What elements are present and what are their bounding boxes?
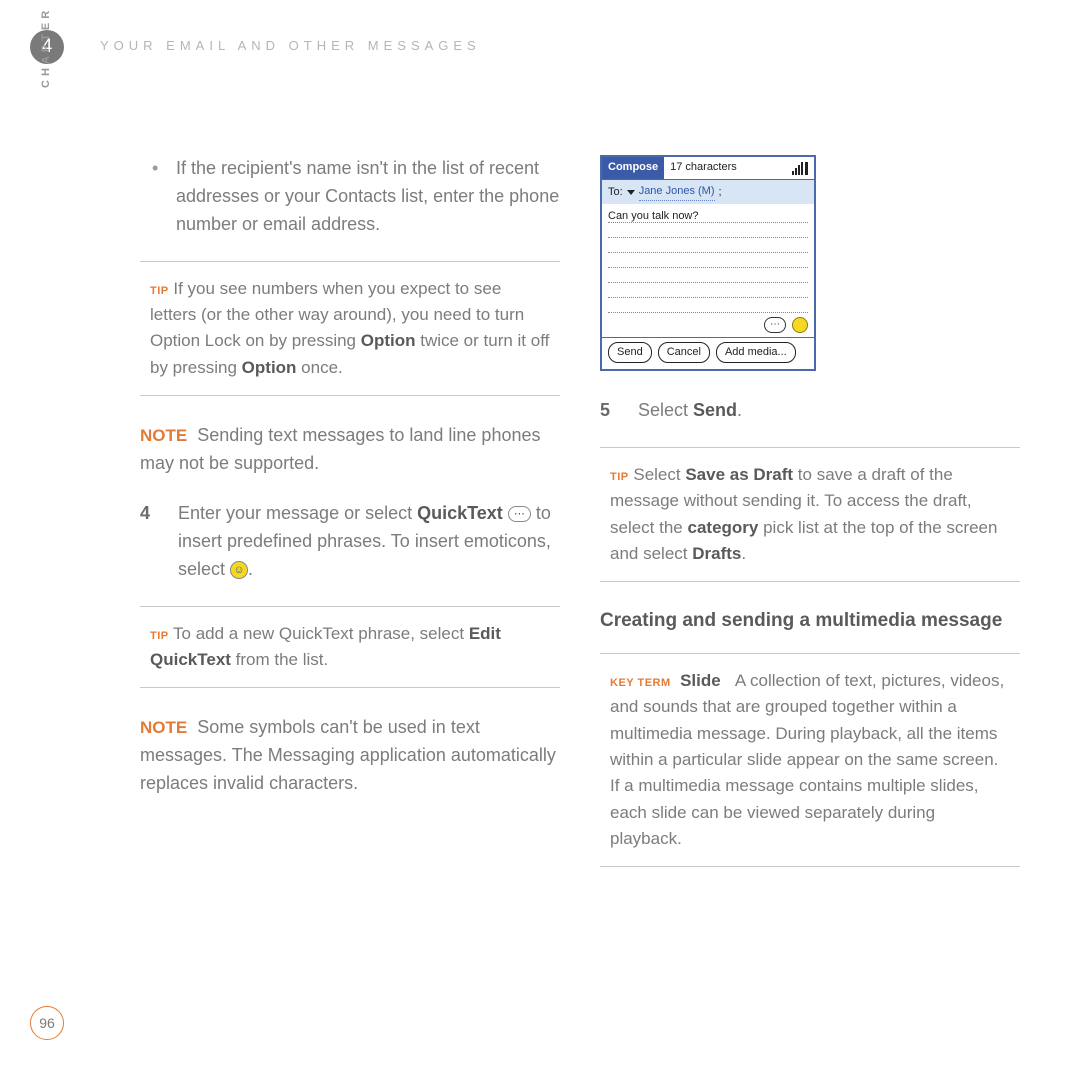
step-4-number: 4 [140,500,162,584]
save-as-draft-bold: Save as Draft [685,465,793,484]
add-media-button: Add media... [716,342,796,363]
tip2-b: from the list. [231,650,328,669]
text-line [608,268,808,283]
keyterm-label: KEY TERM [610,677,671,689]
keyterm-slide: KEY TERM Slide A collection of text, pic… [600,653,1020,867]
bullet-recipient-note: If the recipient's name isn't in the lis… [140,155,560,239]
quicktext-icon: ⋯ [508,506,531,522]
step-4: 4 Enter your message or select QuickText… [140,500,560,584]
note-text: Sending text messages to land line phone… [140,425,540,473]
section-heading: Creating and sending a multimedia messag… [600,608,1020,635]
quicktext-button: ⋯ [764,317,786,333]
tip2-a: To add a new QuickText phrase, select [173,624,469,643]
compose-buttons: Send Cancel Add media... [602,337,814,369]
step-5-body: Select Send. [638,397,1020,425]
content-columns: If the recipient's name isn't in the lis… [140,155,1020,893]
to-field: To: Jane Jones (M); [602,179,814,204]
tip3-d: . [741,544,746,563]
message-text: Can you talk now? [608,208,808,223]
step4-c: . [248,559,253,579]
quicktext-word: QuickText [417,503,503,523]
note-label: NOTE [140,426,187,445]
char-count: 17 characters [664,159,792,176]
tip-option-lock: TIP If you see numbers when you expect t… [140,261,560,396]
emoticon-button [792,317,808,333]
category-bold: category [688,518,759,537]
device-titlebar: Compose 17 characters [602,157,814,179]
running-head: YOUR EMAIL AND OTHER MESSAGES [100,38,481,53]
compose-tab: Compose [602,157,664,179]
send-word: Send [693,400,737,420]
emoticon-icon: ☺ [230,561,248,579]
keyterm-term: Slide [680,671,721,690]
to-name: Jane Jones (M) [639,183,715,201]
send-button: Send [608,342,652,363]
step5-a: Select [638,400,693,420]
keyterm-body: A collection of text, pictures, videos, … [610,671,1004,848]
option-word-2: Option [242,358,297,377]
tip-label-3: TIP [610,471,629,483]
step-4-body: Enter your message or select QuickText ⋯… [178,500,560,584]
page-number-value: 96 [39,1015,55,1031]
left-column: If the recipient's name isn't in the lis… [140,155,560,893]
note2-text: Some symbols can't be used in text messa… [140,717,556,793]
text-line [608,253,808,268]
chapter-label: CHAPTER [40,7,52,88]
message-body: Can you talk now? [602,204,814,315]
step-5-number: 5 [600,397,622,425]
drafts-bold: Drafts [692,544,741,563]
to-sep: ; [719,184,722,201]
tip-label-2: TIP [150,630,169,642]
tip-text-c: once. [296,358,342,377]
tip3-a: Select [633,465,685,484]
page-number: 96 [30,1006,64,1040]
tip-label: TIP [150,285,169,297]
step4-a: Enter your message or select [178,503,417,523]
page: 4 CHAPTER YOUR EMAIL AND OTHER MESSAGES … [0,0,1080,1080]
dropdown-icon [627,190,635,195]
option-word-1: Option [361,331,416,350]
step5-c: . [737,400,742,420]
note-landline: NOTE Sending text messages to land line … [140,422,560,478]
bullet-text: If the recipient's name isn't in the lis… [176,155,560,239]
device-screenshot: Compose 17 characters To: Jane Jones (M)… [600,155,816,371]
note-label-2: NOTE [140,718,187,737]
text-line [608,298,808,313]
text-line [608,283,808,298]
tip-edit-quicktext: TIP To add a new QuickText phrase, selec… [140,606,560,689]
compose-toolbar: ⋯ [602,315,814,337]
cancel-button: Cancel [658,342,710,363]
right-column: Compose 17 characters To: Jane Jones (M)… [600,155,1020,893]
to-label: To: [608,184,623,201]
tip-save-draft: TIP Select Save as Draft to save a draft… [600,447,1020,582]
note-symbols: NOTE Some symbols can't be used in text … [140,714,560,798]
text-line [608,238,808,253]
signal-icon [792,161,814,175]
step-5: 5 Select Send. [600,397,1020,425]
text-line [608,223,808,238]
